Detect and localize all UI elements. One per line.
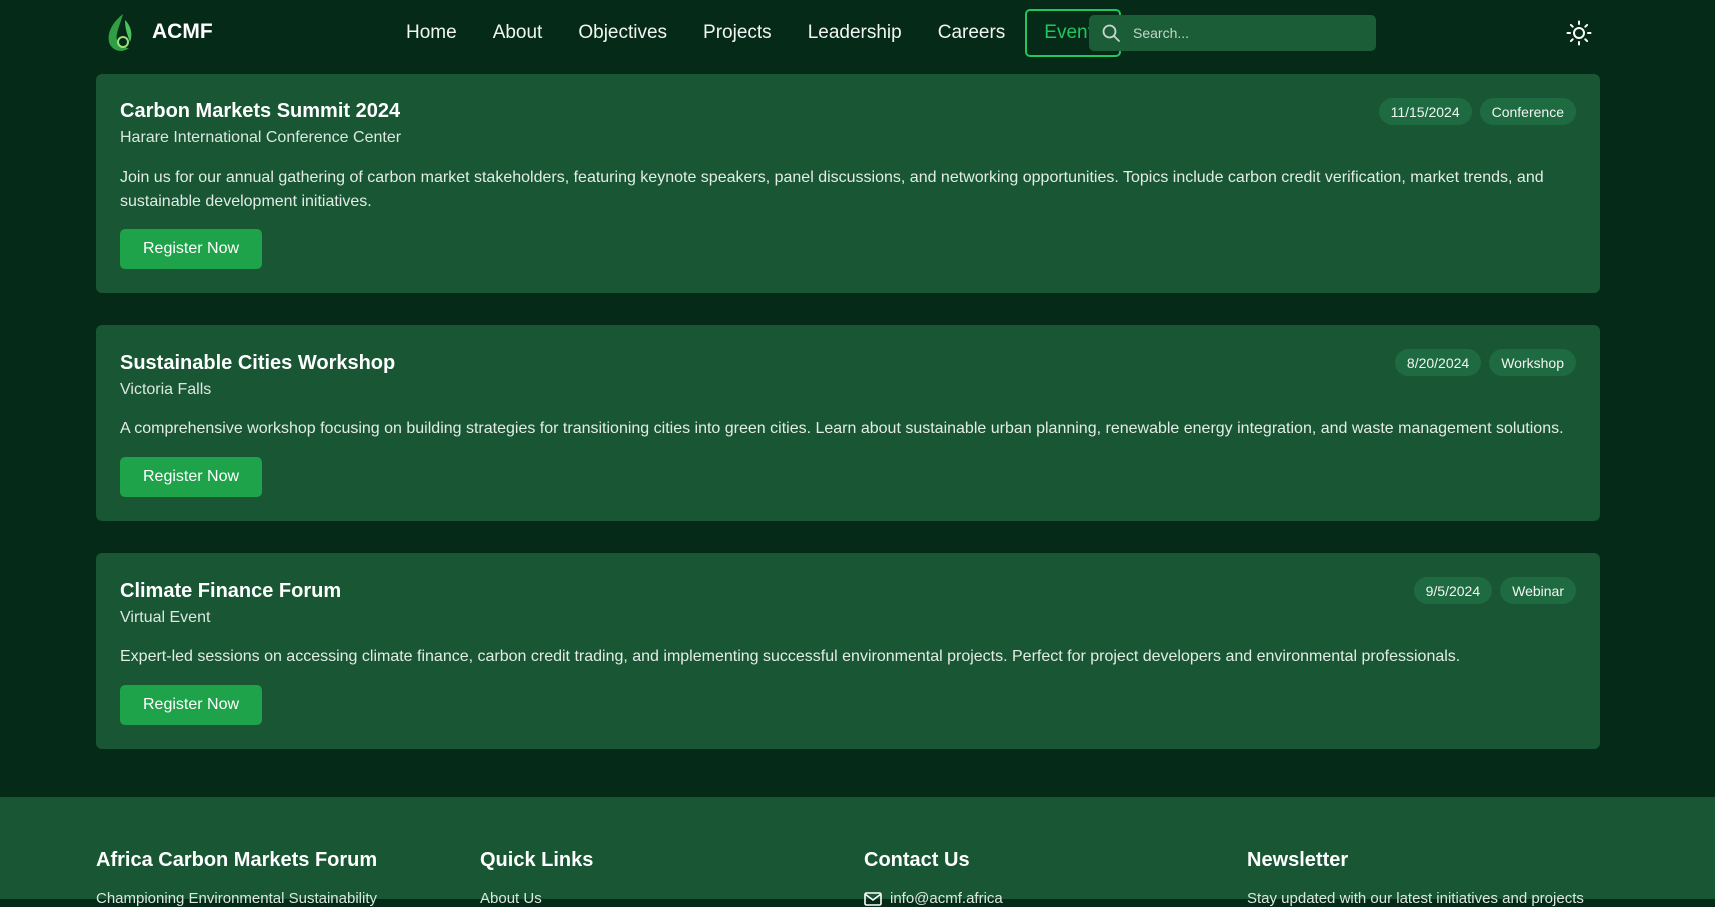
site-footer: Africa Carbon Markets Forum Championing …	[0, 797, 1715, 907]
event-card: Climate Finance Forum Virtual Event 9/5/…	[96, 553, 1600, 749]
event-type-badge: Workshop	[1489, 349, 1576, 376]
event-card: Sustainable Cities Workshop Victoria Fal…	[96, 325, 1600, 521]
footer-links-heading: Quick Links	[480, 849, 594, 871]
footer-about: Africa Carbon Markets Forum Championing …	[96, 849, 377, 907]
register-button[interactable]: Register Now	[120, 457, 262, 497]
search-input[interactable]	[1133, 15, 1368, 51]
event-location: Harare International Conference Center	[120, 129, 402, 146]
footer-about-heading: Africa Carbon Markets Forum	[96, 849, 378, 871]
event-description: Expert-led sessions on accessing climate…	[120, 648, 1461, 665]
search-icon	[1102, 24, 1120, 42]
register-button[interactable]: Register Now	[120, 229, 262, 269]
sun-icon[interactable]	[1566, 20, 1592, 46]
event-date-badge: 8/20/2024	[1394, 349, 1482, 376]
event-title: Climate Finance Forum	[120, 580, 342, 602]
nav-careers[interactable]: Careers	[920, 9, 1024, 57]
event-card: Carbon Markets Summit 2024 Harare Intern…	[96, 74, 1600, 293]
event-badges: 8/20/2024 Workshop	[1394, 349, 1576, 376]
nav-leadership[interactable]: Leadership	[790, 9, 920, 57]
brand-name[interactable]: ACMF	[152, 20, 213, 44]
footer-contact: Contact Us info@acmf.africa	[864, 849, 1003, 907]
event-description: Join us for our annual gathering of carb…	[120, 169, 1544, 210]
event-title: Carbon Markets Summit 2024	[120, 100, 401, 122]
search-box	[1089, 15, 1376, 51]
event-badges: 9/5/2024 Webinar	[1413, 577, 1576, 604]
nav-about[interactable]: About	[475, 9, 561, 57]
register-button[interactable]: Register Now	[120, 685, 262, 725]
event-type-badge: Conference	[1479, 98, 1576, 125]
leaf-logo-icon[interactable]	[103, 12, 137, 54]
event-location: Victoria Falls	[120, 381, 212, 398]
event-badges: 11/15/2024 Conference	[1378, 98, 1576, 125]
footer-newsletter: Newsletter Stay updated with our latest …	[1247, 849, 1584, 907]
event-type-badge: Webinar	[1500, 577, 1576, 604]
nav-projects[interactable]: Projects	[685, 9, 790, 57]
event-location: Virtual Event	[120, 609, 211, 626]
nav-objectives[interactable]: Objectives	[560, 9, 685, 57]
footer-newsletter-heading: Newsletter	[1247, 849, 1349, 871]
event-title: Sustainable Cities Workshop	[120, 352, 396, 374]
site-header: ACMF Home About Objectives Projects Lead…	[0, 0, 1715, 67]
footer-contact-heading: Contact Us	[864, 849, 970, 871]
event-date-badge: 11/15/2024	[1378, 98, 1472, 125]
footer-quick-links: Quick Links About Us	[480, 849, 593, 907]
event-date-badge: 9/5/2024	[1413, 577, 1493, 604]
nav-home[interactable]: Home	[388, 9, 475, 57]
event-description: A comprehensive workshop focusing on bui…	[120, 420, 1564, 437]
main-nav: Home About Objectives Projects Leadershi…	[388, 9, 1122, 57]
